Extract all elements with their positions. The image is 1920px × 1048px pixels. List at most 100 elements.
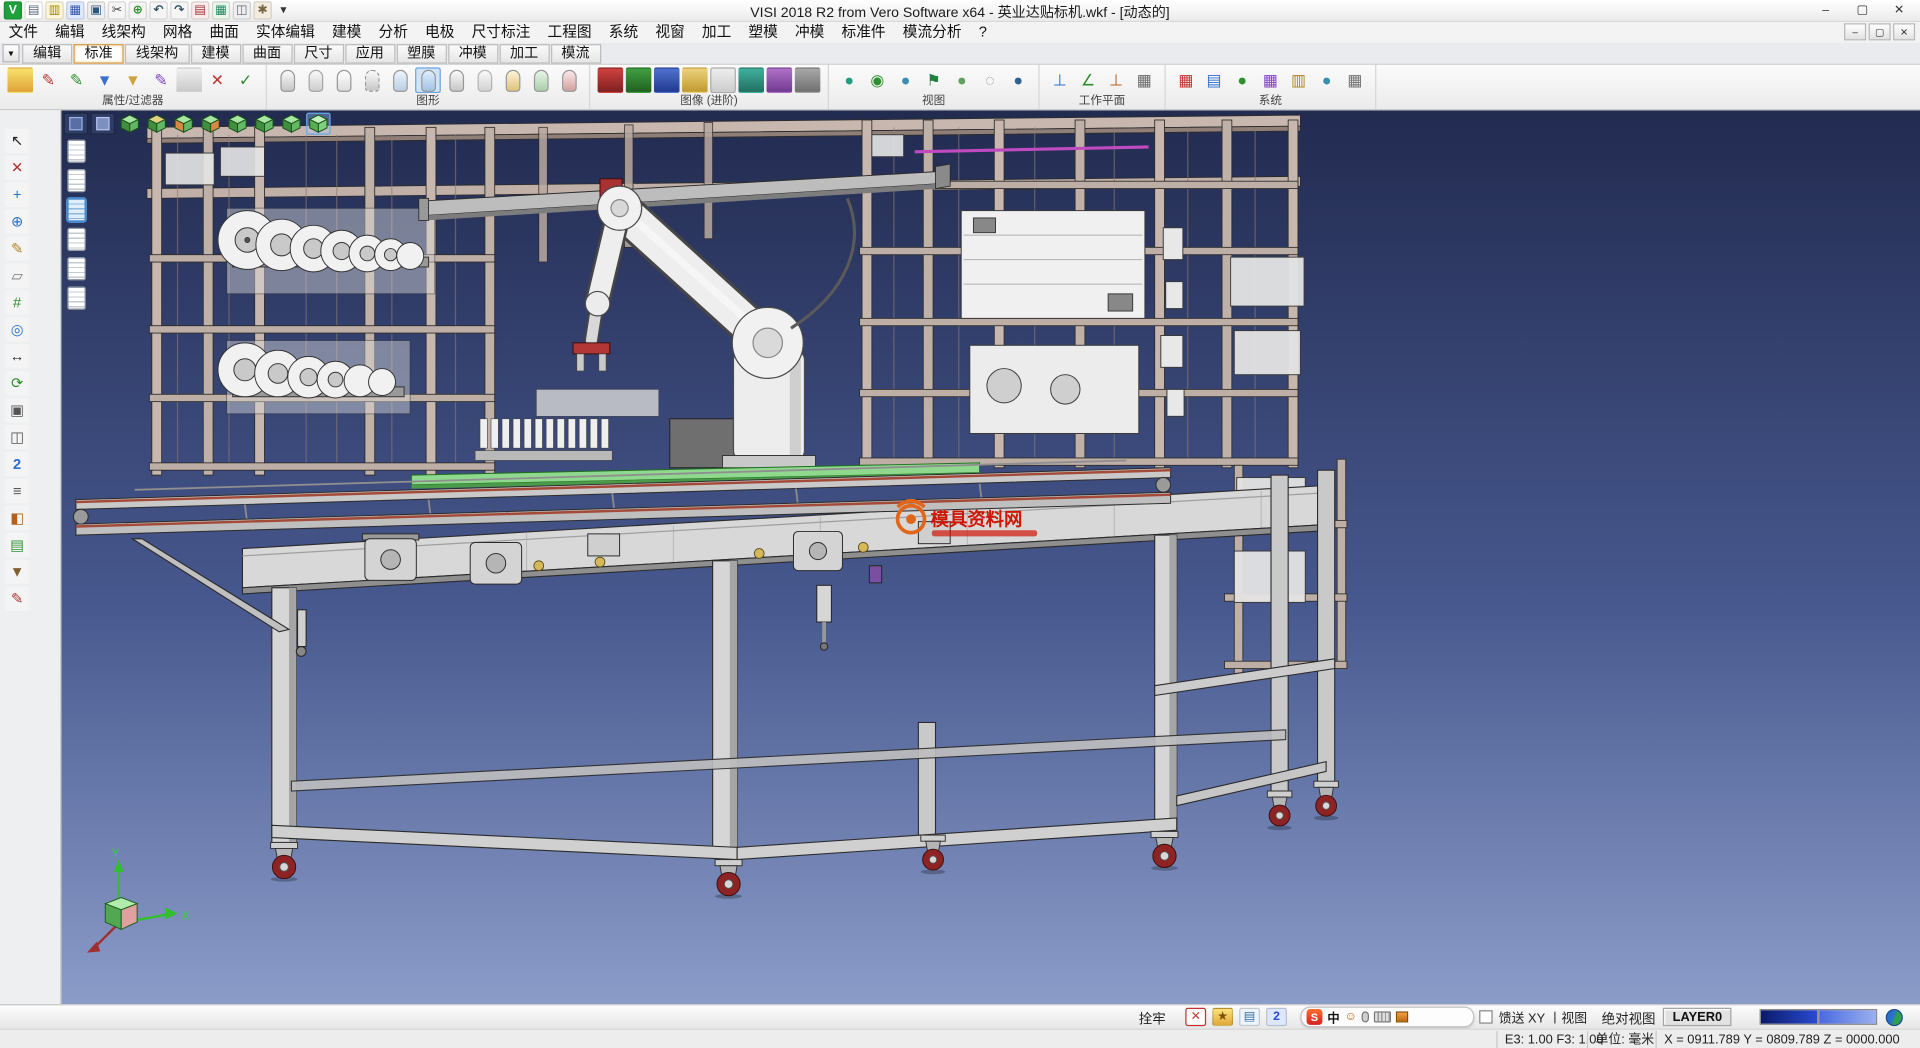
graphics-style-7-icon[interactable] [443, 68, 469, 94]
graphics-style-8-icon[interactable] [471, 68, 497, 94]
info-2-icon[interactable]: 2 [1266, 1008, 1287, 1026]
iso-view-icon[interactable] [118, 113, 142, 135]
system-ball-icon[interactable]: ● [1314, 68, 1340, 94]
view-orbit-icon[interactable]: ● [836, 68, 862, 94]
front-view-icon[interactable] [171, 113, 195, 135]
view-fit-icon[interactable]: ● [1005, 68, 1031, 94]
maximize-button[interactable]: ▢ [1844, 0, 1881, 21]
tab-modeling[interactable]: 建模 [190, 43, 240, 63]
sheet-2-icon[interactable] [67, 169, 85, 192]
view-pan-icon[interactable]: ● [893, 68, 919, 94]
settings-icon[interactable]: ✱ [253, 1, 271, 19]
window-icon[interactable]: ◫ [233, 1, 251, 19]
render-red-icon[interactable] [598, 68, 624, 94]
snap-target-icon[interactable]: ⊕ [5, 209, 29, 233]
visi-logo-icon[interactable]: V [4, 1, 22, 19]
view-flag-icon[interactable]: ⚑ [921, 68, 947, 94]
point-icon[interactable]: + [5, 182, 29, 206]
menu-item-solid-edit[interactable]: 实体编辑 [247, 22, 323, 43]
view-mode-checkbox-icon[interactable] [1479, 1010, 1492, 1023]
filter-yellow-icon[interactable]: ▼ [120, 68, 146, 94]
cad-3d-viewport[interactable]: 模具资料网 Y X [61, 110, 1920, 1004]
render-blue-icon[interactable] [654, 68, 680, 94]
active-layer-button[interactable]: LAYER0 [1663, 1008, 1732, 1026]
workplane-grid-icon[interactable]: ▦ [1131, 68, 1157, 94]
doc-close-button[interactable]: ✕ [1893, 23, 1915, 40]
menu-item-surface[interactable]: 曲面 [201, 22, 248, 43]
close-button[interactable]: ✕ [1881, 0, 1918, 21]
render-gray-icon[interactable] [710, 68, 736, 94]
mic-icon[interactable] [1362, 1011, 1369, 1022]
edit-red-icon[interactable]: ✎ [5, 587, 29, 611]
absolute-view-label[interactable]: 绝对视图 [1602, 1009, 1656, 1029]
cut-icon[interactable]: ✂ [108, 1, 126, 19]
graphics-style-9-icon[interactable] [500, 68, 526, 94]
menu-item-mesh[interactable]: 网格 [154, 22, 201, 43]
tab-mold[interactable]: 塑膜 [396, 43, 446, 63]
workplane-xy-icon[interactable]: ⊥ [1047, 68, 1073, 94]
two-point-icon[interactable]: 2 [5, 452, 29, 476]
clear-filter-icon[interactable]: ✕ [204, 68, 230, 94]
ime-mode-chinese[interactable]: 中 [1327, 1008, 1339, 1026]
edit-attributes-icon[interactable]: ✎ [36, 68, 62, 94]
system-table-icon[interactable]: ▥ [1286, 68, 1312, 94]
redo-icon[interactable]: ↷ [170, 1, 188, 19]
sheet-1-icon[interactable] [67, 140, 85, 163]
edit-style-icon[interactable]: ✎ [64, 68, 90, 94]
drop-icon[interactable]: ▼ [5, 560, 29, 584]
menu-item-dimensioning[interactable]: 尺寸标注 [463, 22, 539, 43]
tab-application[interactable]: 应用 [345, 43, 395, 63]
menu-item-edit[interactable]: 编辑 [47, 22, 94, 43]
emoji-icon[interactable]: ☺ [1344, 1010, 1357, 1023]
sheet-4-icon[interactable] [67, 228, 85, 251]
tab-overflow-dropdown[interactable]: ▾ [2, 44, 19, 62]
right-view-icon[interactable] [198, 113, 222, 135]
menu-item-system[interactable]: 系统 [600, 22, 647, 43]
plane-icon[interactable]: ▱ [5, 263, 29, 287]
render-teal-icon[interactable] [738, 68, 764, 94]
move-icon[interactable]: ↔ [5, 344, 29, 368]
error-icon[interactable]: ✕ [1185, 1008, 1206, 1026]
graphics-style-5-icon[interactable] [387, 68, 413, 94]
eraser-icon[interactable] [176, 68, 202, 94]
tab-machining[interactable]: 加工 [499, 43, 549, 63]
tab-dimension[interactable]: 尺寸 [293, 43, 343, 63]
grid-icon[interactable]: ▦ [212, 1, 230, 19]
top-view-icon[interactable] [144, 113, 168, 135]
grid-snap-icon[interactable]: # [5, 290, 29, 314]
print-icon[interactable]: ▣ [87, 1, 105, 19]
view-target-icon[interactable]: ◉ [864, 68, 890, 94]
view-wire-icon[interactable]: ◌ [977, 68, 1003, 94]
system-colors-icon[interactable]: ▦ [1173, 68, 1199, 94]
redraw-view-icon[interactable] [64, 113, 88, 135]
menu-item-modeling[interactable]: 建模 [323, 22, 370, 43]
menu-item-window[interactable]: 视窗 [647, 22, 694, 43]
menu-item-wireframe[interactable]: 线架构 [93, 22, 154, 43]
menu-item-drafting[interactable]: 工程图 [539, 22, 600, 43]
notes-icon[interactable]: ▤ [1239, 1008, 1260, 1026]
render-green-icon[interactable] [626, 68, 652, 94]
table-icon[interactable]: ▤ [5, 533, 29, 557]
copy-icon[interactable]: ▣ [5, 398, 29, 422]
menu-item-machining[interactable]: 加工 [693, 22, 740, 43]
menu-item-help[interactable]: ? [970, 22, 995, 43]
sogou-logo-icon[interactable]: S [1307, 1009, 1323, 1025]
graphics-style-10-icon[interactable] [528, 68, 554, 94]
tab-edit[interactable]: 编辑 [22, 43, 72, 63]
layers-icon[interactable]: ▤ [191, 1, 209, 19]
menu-item-electrode[interactable]: 电极 [416, 22, 463, 43]
system-grid-icon[interactable]: ▦ [1258, 68, 1284, 94]
new-document-icon[interactable]: ▤ [24, 1, 42, 19]
mirror-icon[interactable]: ◫ [5, 425, 29, 449]
sheet-6-icon[interactable] [67, 287, 85, 310]
circle-icon[interactable]: ◎ [5, 317, 29, 341]
list-icon[interactable]: ≡ [5, 479, 29, 503]
graphics-style-1-icon[interactable] [274, 68, 300, 94]
minimize-button[interactable]: – [1807, 0, 1844, 21]
back-view-icon[interactable] [252, 113, 276, 135]
apply-filter-icon[interactable]: ✓ [233, 68, 259, 94]
render-neutral-icon[interactable] [795, 68, 821, 94]
undo-icon[interactable]: ↶ [149, 1, 167, 19]
render-gold-icon[interactable] [682, 68, 708, 94]
menu-item-moldflow[interactable]: 模流分析 [894, 22, 970, 43]
